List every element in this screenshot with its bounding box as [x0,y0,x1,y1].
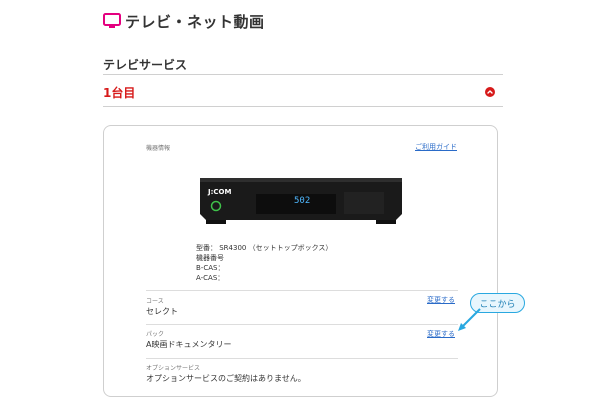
serial-number: 機器番号 [196,254,224,262]
stb-brand-label: J:COM [208,188,232,196]
unit-label: 1台目 [103,86,136,100]
chevron-up-icon[interactable] [485,87,495,97]
set-top-box-image: J:COM 502 [196,174,406,226]
device-card: 機器情報 ご利用ガイド J:COM 502 型番： SR4300 （セットトップ… [103,125,498,397]
usage-guide-link[interactable]: ご利用ガイド [415,142,457,152]
divider [146,290,458,291]
pack-change-link[interactable]: 変更する [427,329,455,339]
divider [146,358,458,359]
model-number: 型番： SR4300 （セットトップボックス） [196,244,333,252]
bcas-number: B-CAS： [196,264,225,272]
acas-number: A-CAS： [196,274,225,282]
pack-label: パック [146,331,165,338]
course-change-link[interactable]: 変更する [427,295,455,305]
section-title: テレビサービス [103,58,188,72]
divider [146,324,458,325]
page-header: テレビ・ネット動画 [103,10,265,32]
stb-display-readout: 502 [294,196,311,206]
course-label: コース [146,298,164,305]
unit-accordion-header[interactable]: 1台目 [103,75,503,107]
course-value: セレクト [146,307,178,316]
page-title: テレビ・ネット動画 [125,12,265,31]
pack-value: A映画ドキュメンタリー [146,340,232,349]
callout-arrow-icon [458,308,481,331]
options-value: オプションサービスのご契約はありません。 [146,374,306,383]
options-label: オプションサービス [146,365,201,372]
device-info-label: 機器情報 [146,145,171,152]
tv-icon [103,13,121,29]
